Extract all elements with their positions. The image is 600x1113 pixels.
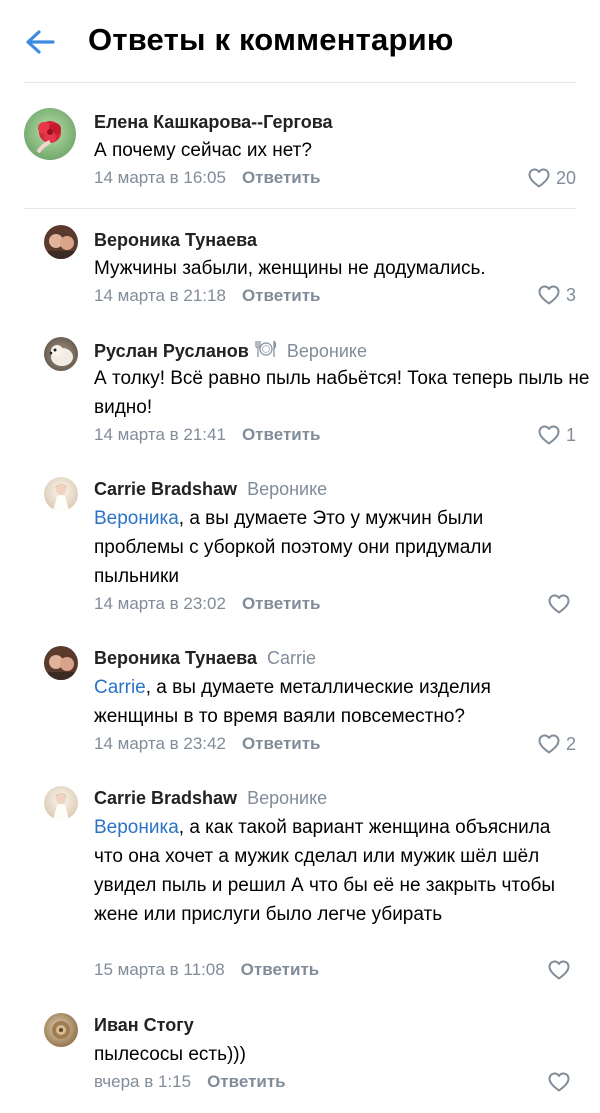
comment-text-body: , а вы думаете металлические изделия жен…	[94, 677, 491, 727]
comment-meta: 14 марта в 21:18 Ответить	[94, 286, 321, 306]
heart-icon	[547, 958, 571, 982]
comment-text: пылесосы есть)))	[94, 1040, 574, 1069]
mention-link[interactable]: Вероника	[94, 817, 179, 838]
comment-header: Carrie Bradshaw Веронике	[94, 788, 327, 809]
arrow-left-icon	[26, 30, 55, 54]
comment-date: 14 марта в 21:18	[94, 286, 226, 305]
like-count: 2	[565, 733, 576, 754]
heart-icon	[547, 1070, 571, 1094]
comment-date: 14 марта в 23:42	[94, 734, 226, 753]
like-button[interactable]: 1	[537, 423, 576, 447]
comment-header: Елена Кашкарова--Гергова	[94, 112, 333, 133]
avatar[interactable]	[44, 646, 78, 680]
heart-icon	[537, 423, 561, 447]
root-comment: Елена Кашкарова--Гергова А почему сейчас…	[0, 100, 600, 200]
reply-item: Carrie Bradshaw Веронике Вероника, а как …	[0, 783, 600, 993]
reply-item: Руслан Русланов Веронике А толку! Всё рав…	[0, 334, 600, 454]
plate-icon	[253, 339, 277, 364]
comment-meta: 14 марта в 16:05 Ответить	[94, 168, 321, 188]
reply-item: Иван Стогу пылесосы есть))) вчера в 1:15…	[0, 1010, 600, 1110]
author-name[interactable]: Вероника Тунаева	[94, 230, 257, 250]
like-button[interactable]	[547, 958, 576, 982]
reply-item: Carrie Bradshaw Веронике Вероника, а вы д…	[0, 474, 600, 624]
header-divider	[24, 82, 576, 83]
reply-button[interactable]: Ответить	[207, 1072, 286, 1091]
comment-header: Вероника Тунаева	[94, 230, 257, 251]
comment-text: А толку! Всё равно пыль набьётся! Тока т…	[94, 364, 594, 422]
comment-header: Руслан Русланов Веронике	[94, 339, 367, 364]
comment-text: Вероника, а вы думаете Это у мужчин были…	[94, 504, 564, 591]
avatar[interactable]	[44, 225, 78, 259]
like-count: 3	[565, 284, 576, 305]
heart-icon	[527, 166, 551, 190]
comment-text-body: А почему сейчас их нет?	[94, 140, 312, 161]
reply-button[interactable]: Ответить	[242, 425, 321, 444]
comment-meta: 14 марта в 21:41 Ответить	[94, 425, 321, 445]
reply-button[interactable]: Ответить	[242, 734, 321, 753]
comment-text-body: Мужчины забыли, женщины не додумались.	[94, 258, 486, 279]
like-count: 1	[565, 424, 576, 445]
like-count: 20	[555, 167, 576, 188]
header: Ответы к комментарию	[0, 0, 600, 82]
comment-header: Carrie Bradshaw Веронике	[94, 479, 327, 500]
reply-item: Вероника Тунаева Мужчины забыли, женщины…	[0, 222, 600, 314]
reply-to-name[interactable]: Carrie	[267, 648, 316, 668]
like-button[interactable]: 3	[537, 283, 576, 307]
author-name[interactable]: Елена Кашкарова--Гергова	[94, 112, 333, 132]
reply-button[interactable]: Ответить	[242, 286, 321, 305]
author-name[interactable]: Carrie Bradshaw	[94, 788, 237, 808]
comment-meta: 15 марта в 11:08 Ответить	[94, 960, 319, 980]
comment-date: 14 марта в 21:41	[94, 425, 226, 444]
heart-icon	[547, 592, 571, 616]
mention-link[interactable]: Вероника	[94, 508, 179, 529]
comment-meta: вчера в 1:15 Ответить	[94, 1072, 286, 1092]
avatar[interactable]	[44, 786, 78, 820]
comment-date: вчера в 1:15	[94, 1072, 192, 1091]
author-name[interactable]: Carrie Bradshaw	[94, 479, 237, 499]
reply-button[interactable]: Ответить	[242, 168, 321, 187]
comment-meta: 14 марта в 23:02 Ответить	[94, 594, 321, 614]
like-button[interactable]: 2	[537, 732, 576, 756]
heart-icon	[537, 732, 561, 756]
comment-text: Мужчины забыли, женщины не додумались.	[94, 254, 574, 283]
comment-date: 14 марта в 16:05	[94, 168, 226, 187]
reply-to-name[interactable]: Веронике	[287, 341, 367, 361]
comment-divider	[24, 208, 576, 209]
comment-text: Carrie, а вы думаете металлические издел…	[94, 673, 574, 731]
like-button[interactable]: 20	[527, 166, 576, 190]
avatar[interactable]	[44, 337, 78, 371]
comment-text-body: А толку! Всё равно пыль набьётся! Тока т…	[94, 368, 590, 418]
reply-to-name[interactable]: Веронике	[247, 479, 327, 499]
reply-button[interactable]: Ответить	[242, 594, 321, 613]
comment-date: 14 марта в 23:02	[94, 594, 226, 613]
avatar[interactable]	[24, 108, 76, 160]
comment-text: А почему сейчас их нет?	[94, 136, 574, 165]
page-title: Ответы к комментарию	[88, 22, 454, 57]
reply-to-name[interactable]: Веронике	[247, 788, 327, 808]
comment-header: Вероника Тунаева Carrie	[94, 648, 316, 669]
reply-item: Вероника Тунаева Carrie Carrie, а вы дума…	[0, 643, 600, 763]
author-name[interactable]: Иван Стогу	[94, 1015, 194, 1035]
reply-button[interactable]: Ответить	[241, 960, 320, 979]
author-name[interactable]: Руслан Русланов	[94, 341, 249, 361]
mention-link[interactable]: Carrie	[94, 677, 146, 698]
avatar[interactable]	[44, 1013, 78, 1047]
comment-date: 15 марта в 11:08	[94, 960, 225, 979]
comment-header: Иван Стогу	[94, 1015, 194, 1036]
comment-text-body: пылесосы есть)))	[94, 1044, 246, 1065]
comment-meta: 14 марта в 23:42 Ответить	[94, 734, 321, 754]
avatar[interactable]	[44, 477, 78, 511]
comment-text: Вероника, а как такой вариант женщина об…	[94, 813, 564, 929]
like-button[interactable]	[547, 1070, 576, 1094]
author-name[interactable]: Вероника Тунаева	[94, 648, 257, 668]
back-button[interactable]	[20, 24, 60, 60]
like-button[interactable]	[547, 592, 576, 616]
heart-icon	[537, 283, 561, 307]
